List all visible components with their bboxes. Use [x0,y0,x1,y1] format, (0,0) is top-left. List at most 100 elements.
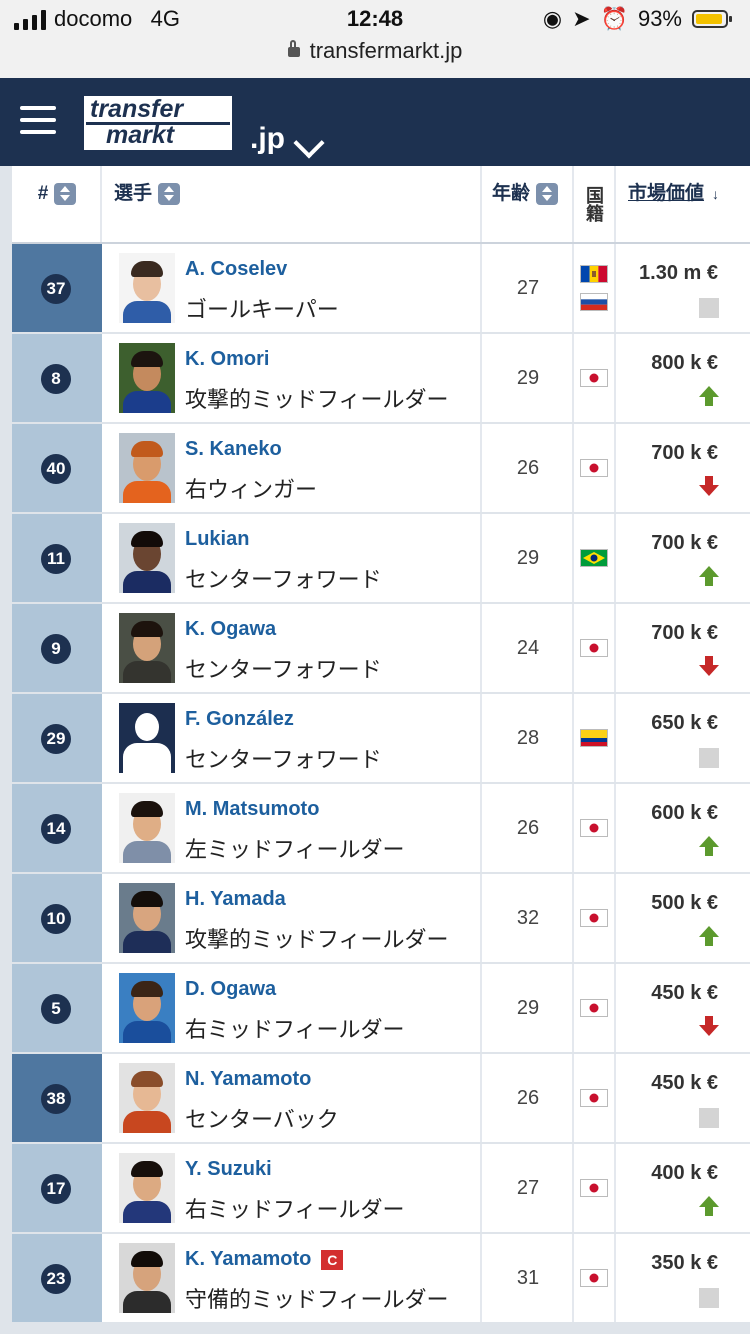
table-row[interactable]: 40 S. Kaneko 右ウィンガー 26 700 k € [12,424,750,514]
market-value[interactable]: 350 k € [651,1252,718,1275]
player-name[interactable]: A. Coselev [185,258,287,280]
table-row[interactable]: 17 Y. Suzuki 右ミッドフィールダー 27 400 k € [12,1144,750,1234]
player-nationality [572,334,616,422]
col-player-label: 選手 [114,183,153,204]
shirt-number-cell: 14 [12,784,102,872]
table-row[interactable]: 29 F. González センターフォワード 28 650 k € [12,694,750,784]
player-name[interactable]: M. Matsumoto [185,798,319,820]
domain-selector[interactable]: .jp [250,122,285,156]
table-row[interactable]: 8 K. Omori 攻撃的ミッドフィールダー 29 800 k € [12,334,750,424]
flag-japan-icon [580,369,608,387]
market-value[interactable]: 450 k € [651,1072,718,1095]
player-photo[interactable] [119,793,175,863]
sort-icon[interactable] [54,182,77,205]
shirt-number-cell: 17 [12,1144,102,1232]
table-row[interactable]: 14 M. Matsumoto 左ミッドフィールダー 26 600 k € [12,784,750,874]
shirt-number-cell: 11 [12,514,102,602]
market-value[interactable]: 650 k € [651,712,718,735]
market-value[interactable]: 500 k € [651,892,718,915]
market-value[interactable]: 600 k € [651,802,718,825]
market-value-cell: 700 k € [614,514,750,602]
trend-same-icon [699,748,719,768]
player-photo[interactable] [119,1153,175,1223]
player-position: センターバック [185,1107,339,1132]
player-name[interactable]: K. Omori [185,348,269,370]
player-name[interactable]: Y. Suzuki [185,1158,272,1180]
player-name-link[interactable]: K. Omori [185,348,269,371]
col-market-value-header[interactable]: 市場価値 ↓ [628,166,719,242]
market-value[interactable]: 700 k € [651,622,718,645]
player-name-link[interactable]: S. Kaneko [185,438,282,461]
player-name[interactable]: H. Yamada [185,888,286,910]
player-age: 26 [480,1054,574,1142]
market-value[interactable]: 800 k € [651,352,718,375]
player-name[interactable]: K. Ogawa [185,618,276,640]
menu-icon[interactable] [20,106,56,136]
chevron-down-icon[interactable] [293,127,325,159]
player-name[interactable]: F. González [185,708,294,730]
player-name-link[interactable]: K. Yamamoto C [185,1248,344,1271]
player-position: 右ミッドフィールダー [185,1197,405,1222]
player-photo[interactable] [119,883,175,953]
player-photo[interactable] [119,1243,175,1313]
player-name-link[interactable]: A. Coselev [185,258,287,281]
market-value[interactable]: 700 k € [651,532,718,555]
player-photo[interactable] [119,703,175,773]
player-photo[interactable] [119,523,175,593]
col-player-header[interactable]: 選手 [114,166,181,242]
table-row[interactable]: 10 H. Yamada 攻撃的ミッドフィールダー 32 500 k € [12,874,750,964]
shirt-number: 17 [41,1174,71,1204]
col-nationality-header: 国籍 [574,166,614,242]
alarm-icon: ⏰ [600,6,628,31]
logo-text-bottom: markt [106,121,175,149]
player-photo[interactable] [119,1063,175,1133]
player-name-link[interactable]: M. Matsumoto [185,798,319,821]
table-row[interactable]: 9 K. Ogawa センターフォワード 24 700 k € [12,604,750,694]
flag-japan-icon [580,819,608,837]
player-name-link[interactable]: D. Ogawa [185,978,276,1001]
player-name[interactable]: D. Ogawa [185,978,276,1000]
col-number-header[interactable]: # [12,166,102,242]
location-icon: ➤ [572,6,591,31]
market-value[interactable]: 400 k € [651,1162,718,1185]
player-position: 左ミッドフィールダー [185,837,405,862]
player-position: センターフォワード [185,657,382,682]
player-name[interactable]: N. Yamamoto [185,1068,311,1090]
col-age-header[interactable]: 年齢 [492,166,559,242]
col-nationality-label: 国籍 [584,186,604,222]
flag-japan-icon [580,1179,608,1197]
market-value[interactable]: 1.30 m € [639,262,718,285]
table-row[interactable]: 11 Lukian センターフォワード 29 700 k € [12,514,750,604]
col-market-value-label[interactable]: 市場価値 [628,183,704,204]
rotation-lock-icon: ◉ [542,6,563,31]
shirt-number-cell: 5 [12,964,102,1052]
player-photo[interactable] [119,343,175,413]
sort-icon[interactable] [536,182,559,205]
market-value[interactable]: 700 k € [651,442,718,465]
market-value[interactable]: 450 k € [651,982,718,1005]
player-name-link[interactable]: H. Yamada [185,888,286,911]
player-name-link[interactable]: F. González [185,708,294,731]
player-photo[interactable] [119,973,175,1043]
shirt-number-cell: 29 [12,694,102,782]
table-row[interactable]: 23 K. Yamamoto C 守備的ミッドフィールダー 31 350 k € [12,1234,750,1324]
player-name[interactable]: K. Yamamoto [185,1248,311,1270]
player-name-link[interactable]: N. Yamamoto [185,1068,311,1091]
address-bar[interactable]: transfermarkt.jp [0,38,750,64]
player-photo[interactable] [119,433,175,503]
site-logo[interactable]: transfer markt [82,94,234,152]
player-name-link[interactable]: K. Ogawa [185,618,276,641]
player-name[interactable]: Lukian [185,528,249,550]
player-photo[interactable] [119,613,175,683]
table-row[interactable]: 38 N. Yamamoto センターバック 26 450 k € [12,1054,750,1144]
table-row[interactable]: 37 A. Coselev ゴールキーパー 27 1.30 m € [12,244,750,334]
player-name-link[interactable]: Lukian [185,528,249,551]
player-name[interactable]: S. Kaneko [185,438,282,460]
sort-icon[interactable] [158,182,181,205]
player-name-link[interactable]: Y. Suzuki [185,1158,272,1181]
table-row[interactable]: 5 D. Ogawa 右ミッドフィールダー 29 450 k € [12,964,750,1054]
trend-up-icon [699,566,719,588]
flag-japan-icon [580,999,608,1017]
player-photo[interactable] [119,253,175,323]
col-age-label: 年齢 [492,183,531,204]
